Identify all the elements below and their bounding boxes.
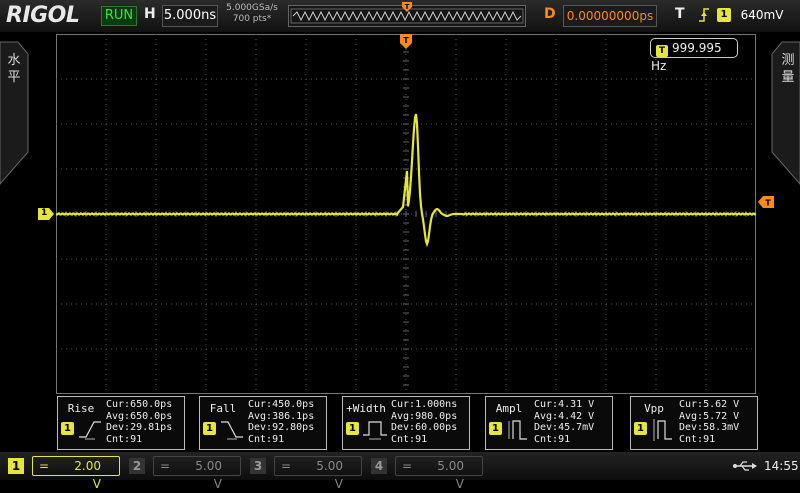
trigger-source-channel[interactable]: 1: [717, 8, 731, 22]
trigger-time-marker-icon[interactable]: T: [399, 34, 413, 52]
timebase-value[interactable]: 5.000ns: [162, 5, 218, 27]
waveform-display[interactable]: [55, 33, 757, 395]
left-side-panel-tab[interactable]: [0, 34, 32, 414]
measurement-channel: 1: [634, 422, 647, 435]
measurement-name: Ampl: [495, 402, 523, 415]
svg-text:T: T: [405, 3, 410, 11]
frequency-counter[interactable]: T 999.995 Hz: [650, 38, 738, 73]
trigger-rising-edge-icon[interactable]: [697, 5, 711, 25]
measurement-values: Cur:450.0ps Avg:386.1ps Dev:92.80ps Cnt:91: [248, 399, 315, 445]
channel-3-scale[interactable]: = 5.00 V: [274, 456, 362, 491]
acquisition-info: 5.000GSa/s 700 pts*: [222, 3, 282, 25]
channel-4-scale[interactable]: = 5.00 V: [395, 456, 483, 491]
delay-label: D: [544, 6, 556, 22]
trigger-level-value[interactable]: 640mV: [736, 5, 788, 25]
channel-1-coupling: =: [39, 459, 50, 473]
measurement-fall[interactable]: Fall 1 Cur:450.0ps Avg:386.1ps Dev:92.80ps…: [199, 396, 327, 450]
brand-logo: RIGOL: [6, 3, 80, 28]
measurement-channel: 1: [61, 422, 74, 435]
channel-1-button[interactable]: 1: [8, 458, 24, 474]
memory-waveform-overview[interactable]: T: [288, 2, 526, 27]
measurement-values: Cur:4.31 V Avg:4.42 V Dev:45.7mV Cnt:91: [534, 399, 595, 445]
graticule: [55, 33, 757, 395]
channel-1-scale[interactable]: = 2.00 V: [32, 456, 120, 491]
horizontal-label: H: [144, 6, 156, 22]
svg-text:T: T: [403, 36, 409, 45]
channel-1-scale-value: 2.00 V: [74, 459, 101, 491]
positive-width-icon: [363, 421, 387, 440]
channel-3-coupling: =: [281, 459, 292, 473]
trigger-position-marker-icon: T: [402, 2, 412, 12]
measure-menu-tab[interactable]: 测量: [778, 52, 798, 86]
channel-3-button[interactable]: 3: [250, 458, 266, 474]
measurement-name: Vpp: [644, 402, 664, 415]
trigger-label: T: [675, 6, 685, 22]
measurement-rise[interactable]: Rise 1 Cur:650.0ps Avg:650.0ps Dev:29.81ps…: [57, 396, 185, 450]
measurement-channel: 1: [203, 422, 216, 435]
usb-icon: [733, 461, 757, 471]
channel-2-coupling: =: [160, 459, 171, 473]
delay-value[interactable]: 0.00000000ps: [563, 5, 657, 27]
run-status-badge[interactable]: RUN: [101, 6, 137, 26]
channel-4-coupling: =: [402, 459, 413, 473]
measurement-values: Cur:650.0ps Avg:650.0ps Dev:29.81ps Cnt:91: [106, 399, 173, 445]
measurement-name: Fall: [209, 402, 237, 415]
rise-edge-icon: [79, 421, 101, 440]
measurement-amplitude[interactable]: Ampl 1 Cur:4.31 V Avg:4.42 V Dev:45.7mV Cnt…: [485, 396, 613, 450]
fall-edge-icon: [221, 421, 243, 440]
channel-4-button[interactable]: 4: [371, 458, 387, 474]
frequency-counter-icon: T: [656, 45, 668, 57]
sample-rate: 5.000GSa/s: [226, 3, 278, 13]
svg-text:T: T: [765, 199, 771, 208]
channel-4-scale-value: 5.00 V: [437, 459, 464, 491]
measurement-name: +Width: [346, 402, 386, 415]
channel-2-button[interactable]: 2: [129, 458, 145, 474]
measurement-channel: 1: [489, 422, 502, 435]
channel-2-scale[interactable]: = 5.00 V: [153, 456, 241, 491]
measurement-positive-width[interactable]: +Width 1 Cur:1.000ns Avg:980.0ps Dev:60.00…: [342, 396, 470, 450]
vpp-icon: [653, 419, 672, 441]
amplitude-icon: [508, 420, 527, 440]
clock: 14:55: [764, 459, 799, 473]
measurement-channel: 1: [346, 422, 359, 435]
measurement-values: Cur:1.000ns Avg:980.0ps Dev:60.00ps Cnt:91: [391, 399, 458, 445]
right-side-panel-tab[interactable]: [768, 34, 800, 414]
measurement-name: Rise: [67, 402, 95, 415]
trigger-level-marker-icon[interactable]: T: [758, 196, 774, 208]
memory-depth: 700 pts*: [232, 14, 272, 24]
channel-3-scale-value: 5.00 V: [316, 459, 343, 491]
channel-2-scale-value: 5.00 V: [195, 459, 222, 491]
ch1-offset-marker-label: 1: [41, 208, 48, 218]
measurement-vpp[interactable]: Vpp 1 Cur:5.62 V Avg:5.72 V Dev:58.3mV Cnt:…: [630, 396, 758, 450]
measurement-values: Cur:5.62 V Avg:5.72 V Dev:58.3mV Cnt:91: [679, 399, 740, 445]
horizontal-menu-tab[interactable]: 水平: [4, 52, 24, 86]
